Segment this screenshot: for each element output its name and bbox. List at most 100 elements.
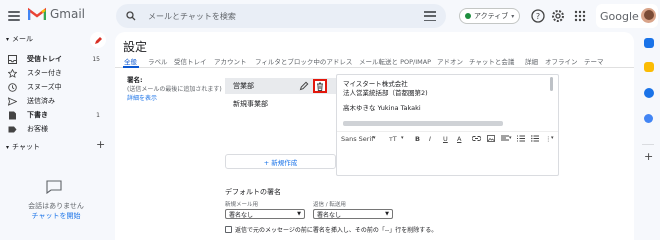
- tab-general[interactable]: 全般: [124, 56, 137, 66]
- reply-forward-label: 返信 / 転送用: [313, 202, 346, 208]
- status-label: アクティブ: [474, 12, 509, 20]
- send-icon: [8, 96, 17, 106]
- search-options-icon[interactable]: [424, 11, 436, 21]
- new-chat-plus-icon[interactable]: +: [96, 138, 105, 151]
- formatting-toolbar: Sans Serif ▾ тT ▾ B I U A ▾ ⋮ ▾: [337, 131, 558, 145]
- keep-icon[interactable]: [644, 62, 654, 72]
- settings-panel: 設定 全般 ラベル 受信トレイ アカウント フィルタとブロック中のアドレス メー…: [115, 32, 634, 240]
- insert-before-quote-checkbox[interactable]: [225, 226, 232, 233]
- edit-pencil-icon[interactable]: [299, 81, 309, 91]
- editor-line: 法人営業統括部（首都圏第2): [343, 89, 428, 97]
- reply-signature-select[interactable]: 署名なし ▼: [313, 209, 393, 219]
- tab-offline[interactable]: オフライン: [545, 56, 578, 66]
- rail-divider: [642, 144, 654, 145]
- tab-inbox[interactable]: 受信トレイ: [174, 56, 207, 66]
- sidebar-item-customers[interactable]: お客様: [0, 122, 112, 136]
- help-icon[interactable]: ?: [530, 8, 546, 24]
- font-size-button[interactable]: тT: [389, 135, 397, 143]
- chat-empty-text: 会話はありません: [28, 202, 84, 210]
- checkbox-label: 返信で元のメッセージの前に署名を挿入し、その前の「--」行を削除する。: [235, 227, 438, 234]
- main-menu-button[interactable]: [6, 8, 22, 24]
- chat-bubble-icon: [46, 180, 62, 194]
- create-signature-button[interactable]: + 新規作成: [225, 154, 336, 169]
- link-icon[interactable]: [472, 135, 481, 142]
- avatar[interactable]: [640, 7, 657, 24]
- sidebar-item-label: 送信済み: [27, 97, 55, 105]
- tab-addons[interactable]: アドオン: [437, 56, 463, 66]
- label-icon: [8, 126, 17, 132]
- editor-scrollbar[interactable]: [550, 77, 553, 91]
- sidebar-item-drafts[interactable]: 下書き 1: [0, 108, 112, 122]
- calendar-icon[interactable]: [644, 38, 654, 48]
- sidebar-item-starred[interactable]: スター付き: [0, 66, 112, 80]
- side-panel-rail: +: [634, 32, 660, 240]
- unread-count: 15: [92, 55, 100, 63]
- sidebar-item-label: スヌーズ中: [27, 83, 62, 91]
- chevron-down-icon: ▾: [401, 135, 404, 141]
- signature-editor[interactable]: マイスタート株式会社 法人営業統括部（首都圏第2) 高木ゆきな Yukina T…: [336, 74, 559, 176]
- sidebar-item-sent[interactable]: 送信済み: [0, 94, 112, 108]
- start-chat-link[interactable]: チャットを開始: [0, 211, 112, 221]
- active-tab-indicator: [123, 66, 139, 68]
- gmail-m-icon: [28, 7, 46, 20]
- select-value: 署名なし: [317, 211, 342, 219]
- pencil-icon: [94, 36, 102, 44]
- font-select[interactable]: Sans Serif: [341, 135, 374, 143]
- page-title: 設定: [123, 40, 148, 54]
- draft-icon: [9, 111, 16, 119]
- sidebar-item-snoozed[interactable]: スヌーズ中: [0, 80, 112, 94]
- signature-item-new-business[interactable]: 新規事業部: [225, 96, 336, 112]
- bold-button[interactable]: B: [415, 135, 420, 143]
- text-color-button[interactable]: A: [457, 135, 461, 143]
- tab-accounts[interactable]: アカウント: [214, 56, 247, 66]
- sidebar-item-label: 下書き: [27, 111, 48, 119]
- chevron-down-icon: ▼: [297, 211, 301, 217]
- tab-themes[interactable]: テーマ: [584, 56, 604, 66]
- tab-chat-meet[interactable]: チャットと会議: [469, 56, 514, 66]
- status-dropdown[interactable]: アクティブ ▾: [459, 8, 521, 24]
- search-bar[interactable]: メールとチャットを検索: [116, 4, 446, 28]
- chat-section-label: チャット: [12, 143, 40, 151]
- sidebar: ▾ メール 受信トレイ 15 スター付き スヌーズ中 送信済み 下書き 1 お客…: [0, 32, 112, 240]
- tab-filters[interactable]: フィルタとブロック中のアドレス: [255, 56, 352, 66]
- signature-description: (送信メールの最後に追加されます): [127, 86, 222, 93]
- settings-tabs: 全般 ラベル 受信トレイ アカウント フィルタとブロック中のアドレス メール転送…: [115, 54, 634, 68]
- chevron-down-icon: ▾: [6, 143, 10, 151]
- underline-button[interactable]: U: [443, 135, 448, 143]
- chevron-down-icon: ▾: [509, 135, 512, 141]
- gear-icon[interactable]: [550, 8, 566, 24]
- italic-button[interactable]: I: [429, 135, 431, 143]
- search-icon[interactable]: [126, 11, 136, 21]
- sidebar-item-inbox[interactable]: 受信トレイ 15: [0, 52, 112, 66]
- chevron-down-icon: ▾: [551, 135, 554, 141]
- chat-section-header[interactable]: ▾ チャット: [6, 142, 40, 152]
- star-icon: [8, 68, 17, 78]
- bulleted-list-icon[interactable]: [531, 135, 539, 142]
- delete-signature-button[interactable]: [313, 79, 327, 93]
- signature-details-link[interactable]: 詳細を表示: [127, 93, 157, 102]
- select-value: 署名なし: [229, 211, 254, 219]
- signature-item-sales[interactable]: 営業部: [225, 78, 336, 94]
- chevron-down-icon: ▾: [373, 135, 376, 141]
- default-signature-title: デフォルトの署名: [225, 188, 281, 196]
- gmail-logo[interactable]: Gmail: [28, 7, 85, 21]
- apps-grid-icon[interactable]: [572, 8, 588, 24]
- search-input[interactable]: メールとチャットを検索: [148, 11, 424, 22]
- tasks-icon[interactable]: [644, 88, 654, 98]
- tab-labels[interactable]: ラベル: [148, 56, 168, 66]
- add-addon-plus-icon[interactable]: +: [644, 150, 653, 163]
- trash-icon: [317, 82, 323, 91]
- svg-text:?: ?: [536, 12, 540, 21]
- inbox-icon: [8, 54, 17, 64]
- sidebar-item-label: スター付き: [27, 69, 62, 77]
- numbered-list-icon[interactable]: [517, 135, 525, 142]
- align-icon[interactable]: [501, 135, 509, 142]
- compose-button[interactable]: [90, 32, 106, 48]
- image-icon[interactable]: [487, 135, 495, 142]
- tab-forwarding[interactable]: メール転送と POP/IMAP: [359, 56, 431, 66]
- mail-section-header[interactable]: ▾ メール: [6, 34, 33, 44]
- contacts-icon[interactable]: [644, 114, 653, 123]
- tab-advanced[interactable]: 詳細: [525, 56, 538, 66]
- new-mail-signature-select[interactable]: 署名なし ▼: [225, 209, 305, 219]
- signature-name: 新規事業部: [233, 100, 268, 108]
